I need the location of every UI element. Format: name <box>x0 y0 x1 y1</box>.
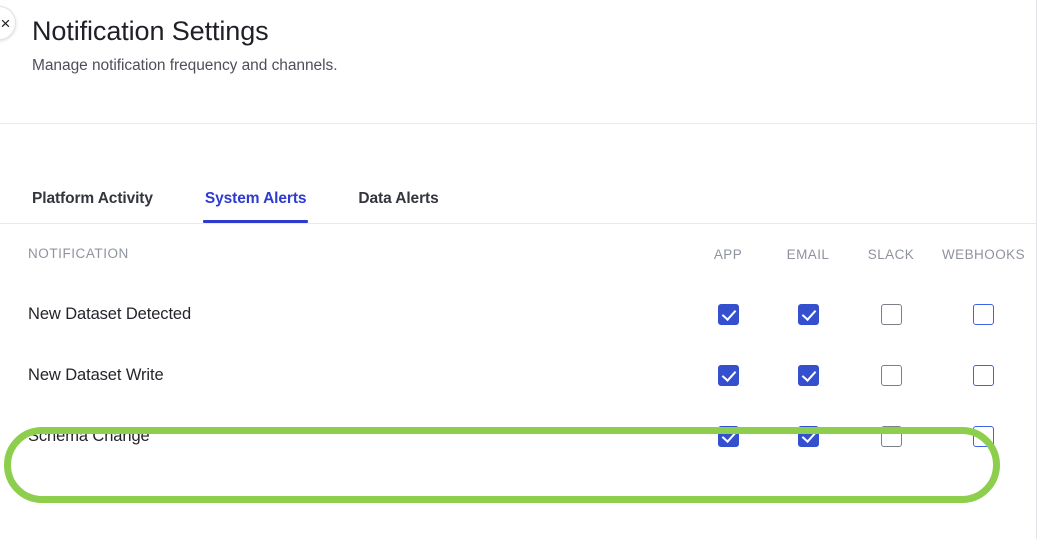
column-header-notification: NOTIFICATION <box>28 246 129 261</box>
webhooks-checkbox[interactable] <box>973 365 994 386</box>
app-checkbox[interactable] <box>717 304 739 325</box>
email-checkbox[interactable] <box>797 426 819 447</box>
tab-data-alerts[interactable]: Data Alerts <box>358 190 438 223</box>
column-header-slack: SLACK <box>867 246 915 262</box>
notification-name: New Dataset Detected <box>28 305 192 323</box>
column-header-email-cell: EMAIL <box>765 247 851 262</box>
email-checkbox[interactable] <box>797 304 819 325</box>
notification-settings-panel: × Notification Settings Manage notificat… <box>0 0 1037 539</box>
app-checkbox[interactable] <box>717 426 739 447</box>
tab-platform-activity[interactable]: Platform Activity <box>32 190 153 223</box>
page-subtitle: Manage notification frequency and channe… <box>32 56 338 74</box>
slack-checkbox-cell <box>851 365 931 386</box>
column-header-notification-cell: NOTIFICATION <box>28 245 691 263</box>
column-header-email: EMAIL <box>786 246 830 262</box>
webhooks-checkbox[interactable] <box>973 426 994 447</box>
email-checkbox-cell <box>765 365 851 386</box>
slack-checkbox[interactable] <box>880 426 902 447</box>
tab-system-alerts[interactable]: System Alerts <box>202 190 308 223</box>
page-title: Notification Settings <box>32 16 269 46</box>
row-label-cell: Schema Change <box>28 427 691 446</box>
column-header-webhooks-cell: WEBHOOKS <box>931 247 1036 262</box>
slack-checkbox[interactable] <box>880 365 902 386</box>
webhooks-checkbox[interactable] <box>973 304 994 325</box>
table-row: Schema Change <box>0 406 1036 467</box>
table-row: New Dataset Write <box>0 345 1036 406</box>
panel-header: Notification Settings Manage notificatio… <box>0 0 1036 124</box>
slack-checkbox-cell <box>851 304 931 325</box>
notifications-table: NOTIFICATION APP EMAIL SLACK WEBHOOKS Ne… <box>0 224 1036 467</box>
column-header-app: APP <box>713 246 743 262</box>
app-checkbox-cell <box>691 304 765 325</box>
app-checkbox-cell <box>691 365 765 386</box>
column-header-app-cell: APP <box>691 247 765 262</box>
app-checkbox-cell <box>691 426 765 447</box>
webhooks-checkbox-cell <box>931 365 1036 386</box>
row-label-cell: New Dataset Write <box>28 366 691 385</box>
webhooks-checkbox-cell <box>931 426 1036 447</box>
row-label-cell: New Dataset Detected <box>28 305 691 324</box>
email-checkbox-cell <box>765 304 851 325</box>
email-checkbox[interactable] <box>797 365 819 386</box>
notification-name: Schema Change <box>28 427 150 445</box>
slack-checkbox[interactable] <box>880 304 902 325</box>
app-checkbox[interactable] <box>717 365 739 386</box>
table-header-row: NOTIFICATION APP EMAIL SLACK WEBHOOKS <box>0 224 1036 284</box>
column-header-slack-cell: SLACK <box>851 247 931 262</box>
tab-bar: Platform Activity System Alerts Data Ale… <box>0 124 1036 224</box>
close-glyph: × <box>0 13 11 33</box>
email-checkbox-cell <box>765 426 851 447</box>
slack-checkbox-cell <box>851 426 931 447</box>
table-row: New Dataset Detected <box>0 284 1036 345</box>
webhooks-checkbox-cell <box>931 304 1036 325</box>
notification-name: New Dataset Write <box>28 366 164 384</box>
column-header-webhooks: WEBHOOKS <box>941 246 1026 262</box>
